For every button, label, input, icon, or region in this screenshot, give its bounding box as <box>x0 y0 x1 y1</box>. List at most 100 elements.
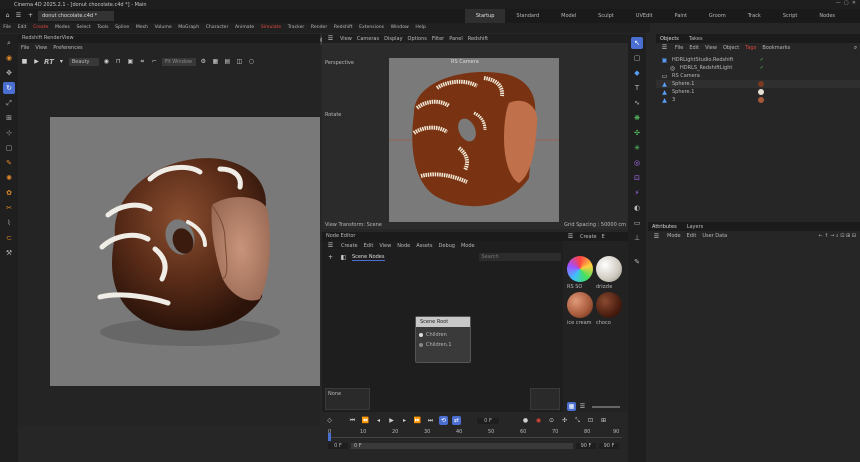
floor-icon[interactable]: ⊥ <box>631 232 643 244</box>
light-icon[interactable]: ◐ <box>631 202 643 214</box>
menu-extensions[interactable]: Extensions <box>356 23 388 33</box>
menu-volume[interactable]: Volume <box>151 23 175 33</box>
vp-menu-panel[interactable]: Panel <box>449 36 463 42</box>
layout-tab[interactable]: Startup <box>464 9 506 23</box>
aov-select[interactable]: Beauty <box>68 57 99 66</box>
next-frame-icon[interactable]: ▸ <box>400 416 409 425</box>
menu-modes[interactable]: Modes <box>52 23 74 33</box>
menu-spline[interactable]: Spline <box>112 23 133 33</box>
add-node-icon[interactable]: + <box>326 253 335 262</box>
tree-row[interactable]: ▭ RS Camera <box>656 72 860 80</box>
node-menu-icon[interactable]: ☰ <box>326 241 335 250</box>
transform-icon[interactable]: ⊞ <box>3 112 15 124</box>
node-tab-icon[interactable]: ◧ <box>339 253 348 262</box>
spline-pen-icon[interactable]: ✎ <box>3 157 15 169</box>
attr-menu-user-data[interactable]: User Data <box>702 233 727 239</box>
viewport-menu-icon[interactable]: ☰ <box>326 34 335 43</box>
scene-nodes-tab[interactable]: Scene Nodes <box>352 254 385 261</box>
layout-tab[interactable]: UVEdit <box>625 9 664 23</box>
move-icon[interactable]: ✥ <box>3 67 15 79</box>
tab-layers[interactable]: Layers <box>687 224 704 230</box>
pla-icon[interactable]: ⊞ <box>599 416 608 425</box>
magnet-icon[interactable]: ⊂ <box>3 232 15 244</box>
paint-icon[interactable]: ✿ <box>3 187 15 199</box>
settings-icon[interactable]: ⚙ <box>199 57 208 66</box>
live-select-icon[interactable]: ◉ <box>3 52 15 64</box>
cloner-icon[interactable]: ✣ <box>631 127 643 139</box>
selection-tool-icon[interactable]: ▢ <box>3 142 15 154</box>
attr-menu-icon[interactable]: ☰ <box>652 232 661 241</box>
scale-key-icon[interactable]: ⤡ <box>573 416 582 425</box>
ne-menu-debug[interactable]: Debug <box>439 243 455 249</box>
scene-icon[interactable]: ⊡ <box>631 172 643 184</box>
vp-menu-view[interactable]: View <box>340 36 352 42</box>
search-icon[interactable]: ⌕ <box>3 37 15 49</box>
knife-icon[interactable]: ✂ <box>3 202 15 214</box>
region-icon[interactable]: ⌐ <box>150 57 159 66</box>
brush-icon[interactable]: ⌇ <box>3 217 15 229</box>
tree-row[interactable]: ▲ Sphere.1 <box>656 88 860 96</box>
menu-animate[interactable]: Animate <box>232 23 258 33</box>
camera-tool-icon[interactable]: ▭ <box>631 217 643 229</box>
timeline-ruler[interactable]: 0 10 20 30 40 50 60 70 80 90 <box>328 429 622 441</box>
cube-outline-icon[interactable]: ▢ <box>631 52 643 64</box>
thumbnail-size-slider[interactable] <box>592 405 620 408</box>
circle-icon[interactable]: ○ <box>247 57 256 66</box>
keyframe-icon[interactable]: ◇ <box>325 416 334 425</box>
tree-row[interactable]: ◎ HDRLS_RedshiftLight ✓ <box>656 64 860 72</box>
obj-menu-icon[interactable]: ☰ <box>660 43 669 52</box>
prev-frame-icon[interactable]: ◂ <box>374 416 383 425</box>
ne-menu-edit[interactable]: Edit <box>364 243 374 249</box>
render-output-image[interactable] <box>50 117 320 386</box>
go-end-icon[interactable]: ⏭ <box>426 416 435 425</box>
field-icon[interactable]: ◎ <box>631 157 643 169</box>
new-tab-icon[interactable]: + <box>26 11 35 20</box>
tab-objects[interactable]: Objects <box>660 36 679 42</box>
tab-attributes[interactable]: Attributes <box>652 224 677 230</box>
rv-menu-file[interactable]: File <box>21 45 29 51</box>
param-icon[interactable]: ⊡ <box>586 416 595 425</box>
menu-edit[interactable]: Edit <box>14 23 30 33</box>
tree-row[interactable]: ▲ Sphere.1 <box>656 80 860 88</box>
obj-menu-edit[interactable]: Edit <box>689 45 699 51</box>
tab-takes[interactable]: Takes <box>689 36 703 42</box>
material-rs-so[interactable] <box>567 256 593 282</box>
scene-root-node[interactable]: Scene Root Children Children.1 <box>415 316 471 363</box>
port-dot[interactable] <box>419 333 423 337</box>
vp-menu-redshift[interactable]: Redshift <box>468 36 488 42</box>
spline-icon[interactable]: ∿ <box>631 97 643 109</box>
menu-file[interactable]: File <box>0 23 14 33</box>
vp-menu-filter[interactable]: Filter <box>432 36 444 42</box>
bucket-icon[interactable]: ▦ <box>211 57 220 66</box>
generator-icon[interactable]: ❋ <box>631 112 643 124</box>
range-slider[interactable]: 0 F <box>351 443 573 449</box>
playhead[interactable] <box>328 433 331 441</box>
material-ice-cream[interactable] <box>567 292 593 318</box>
rt-dropdown-icon[interactable]: ▾ <box>57 57 66 66</box>
material-drizzle[interactable] <box>596 256 622 282</box>
prev-key-icon[interactable]: ⏪ <box>361 416 370 425</box>
obj-menu-bookmarks[interactable]: Bookmarks <box>762 45 790 51</box>
next-key-icon[interactable]: ⏩ <box>413 416 422 425</box>
lock-icon[interactable]: ⊓ <box>114 57 123 66</box>
tab-menu-icon[interactable]: ☰ <box>14 11 23 20</box>
menu-character[interactable]: Character <box>202 23 231 33</box>
mat-menu-icon[interactable]: ☰ <box>566 232 575 241</box>
port-dot[interactable] <box>419 343 423 347</box>
obj-menu-tags[interactable]: Tags <box>745 45 756 51</box>
material-choco[interactable] <box>596 292 622 318</box>
layout-tab[interactable]: Paint <box>664 9 698 23</box>
current-frame-field[interactable]: 0 F <box>477 417 499 424</box>
mat-menu-edit[interactable]: E <box>602 234 605 240</box>
start-frame-field[interactable]: 0 F <box>328 443 348 449</box>
autokey-icon[interactable]: ◉ <box>534 416 543 425</box>
obj-menu-view[interactable]: View <box>705 45 717 51</box>
ne-menu-view[interactable]: View <box>379 243 391 249</box>
key-sel-icon[interactable]: ⊙ <box>547 416 556 425</box>
viewport-canvas[interactable]: RS Camera <box>389 58 559 222</box>
menu-window[interactable]: Window <box>387 23 412 33</box>
loop-icon[interactable]: ⟲ <box>439 416 448 425</box>
menu-redshift[interactable]: Redshift <box>331 23 356 33</box>
sculpt-icon[interactable]: ✺ <box>3 172 15 184</box>
compare-icon[interactable]: ◫ <box>235 57 244 66</box>
